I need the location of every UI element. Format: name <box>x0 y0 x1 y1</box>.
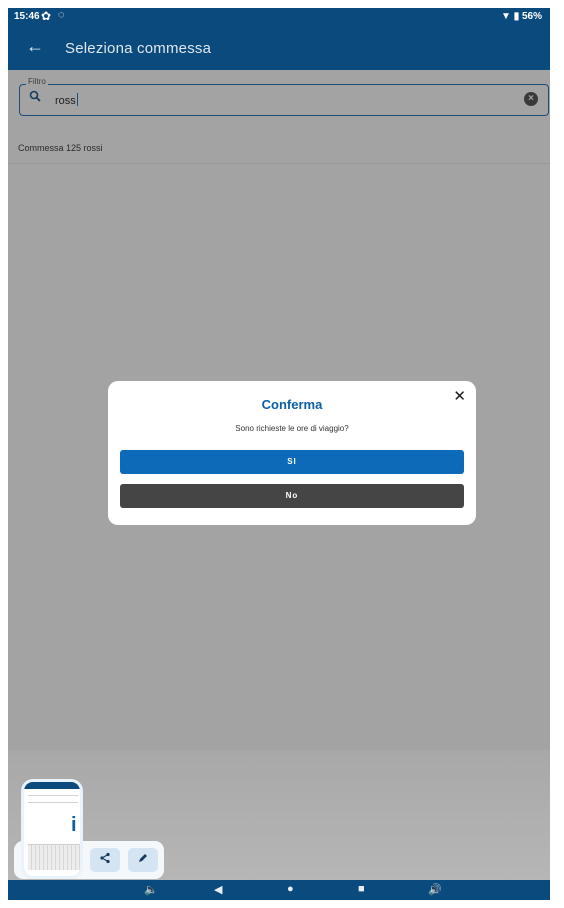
pencil-icon[interactable] <box>128 848 158 872</box>
navigation-bar: 🔈 ◀ ● ■ 🔊 <box>8 880 550 900</box>
thumbnail-keyboard <box>28 844 80 870</box>
screenshot-thumbnail[interactable]: i <box>21 779 83 879</box>
gear-icon: ✿ <box>41 9 52 23</box>
yes-button[interactable]: SI <box>120 450 464 474</box>
arrow-left-icon[interactable]: ← <box>26 36 44 57</box>
filter-field[interactable]: Filtro ross × <box>19 77 549 116</box>
nav-back-icon[interactable]: ◀ <box>214 883 222 896</box>
sync-icon: ◌ <box>58 9 65 21</box>
thumbnail-line <box>28 802 78 803</box>
filter-label: Filtro <box>26 77 48 86</box>
volume-up-icon[interactable]: 🔊 <box>428 883 442 896</box>
nav-recent-icon[interactable]: ■ <box>358 883 365 895</box>
no-button[interactable]: No <box>120 484 464 508</box>
list-item-label: Commessa 125 rossi <box>18 143 103 153</box>
page-title: Seleziona commessa <box>65 40 212 57</box>
thumbnail-header <box>24 782 80 789</box>
filter-input[interactable]: ross <box>55 93 78 107</box>
filter-value: ross <box>55 95 76 107</box>
search-icon <box>29 89 41 105</box>
thumbnail-line <box>28 795 78 796</box>
nav-home-icon[interactable]: ● <box>287 883 294 895</box>
info-icon: i <box>71 814 77 836</box>
app-screen: 15:46 ✿ ◌ ▼ ▮ 56% ← Seleziona commessa F… <box>8 8 550 900</box>
wifi-icon: ▼ <box>501 11 511 22</box>
clear-icon[interactable]: × <box>524 92 538 106</box>
dialog-message: Sono richieste le ore di viaggio? <box>235 424 349 433</box>
app-bar: ← Seleziona commessa <box>8 26 550 70</box>
status-indicators: ▼ ▮ 56% <box>501 11 542 22</box>
confirm-dialog: ✕ Conferma Sono richieste le ore di viag… <box>108 381 476 525</box>
list-item[interactable]: Commessa 125 rossi <box>8 134 550 164</box>
status-bar: 15:46 ✿ ◌ ▼ ▮ 56% <box>8 8 550 26</box>
battery-icon: ▮ <box>513 11 520 22</box>
share-icon[interactable] <box>90 848 120 872</box>
volume-down-icon[interactable]: 🔈 <box>144 883 158 896</box>
text-cursor <box>76 93 78 106</box>
dialog-title: Conferma <box>261 397 323 412</box>
battery-level: 56% <box>521 11 542 22</box>
status-time: 15:46 <box>14 11 40 22</box>
